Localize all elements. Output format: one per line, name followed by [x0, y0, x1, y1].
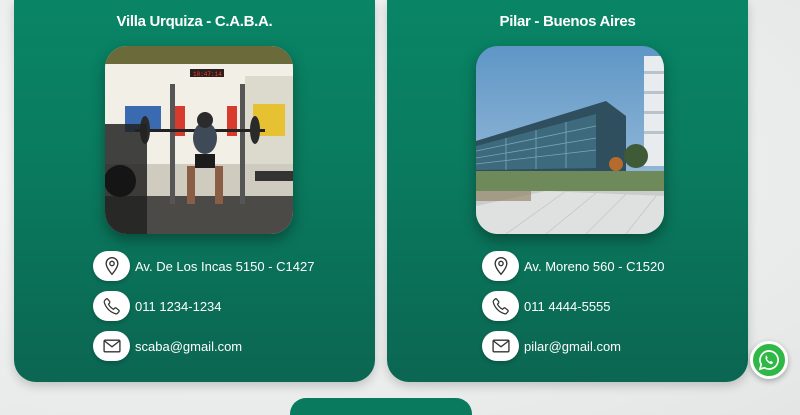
address-row: Av. De Los Incas 5150 - C1427 [93, 251, 314, 281]
location-title: Villa Urquiza - C.A.B.A. [116, 13, 273, 30]
email-row[interactable]: scaba@gmail.com [93, 331, 242, 361]
location-card-villa-urquiza: Villa Urquiza - C.A.B.A. 10:47:14 Av. De… [14, 0, 375, 382]
whatsapp-button[interactable] [750, 341, 788, 379]
bottom-button[interactable] [290, 398, 472, 415]
envelope-icon[interactable] [482, 331, 519, 361]
phone-row[interactable]: 011 4444-5555 [482, 291, 611, 321]
address-text: Av. De Los Incas 5150 - C1427 [135, 258, 315, 274]
phone-icon[interactable] [93, 291, 130, 321]
whatsapp-icon [758, 350, 779, 371]
map-pin-icon [93, 251, 130, 281]
phone-icon[interactable] [482, 291, 519, 321]
building-photo [476, 46, 664, 234]
phone-text[interactable]: 011 1234-1234 [135, 299, 222, 314]
email-row[interactable]: pilar@gmail.com [482, 331, 621, 361]
phone-text[interactable]: 011 4444-5555 [524, 299, 611, 314]
envelope-icon[interactable] [93, 331, 130, 361]
address-row: Av. Moreno 560 - C1520 [482, 251, 664, 281]
map-pin-icon [482, 251, 519, 281]
email-text[interactable]: scaba@gmail.com [135, 339, 242, 354]
svg-text:10:47:14: 10:47:14 [193, 71, 222, 78]
location-card-pilar: Pilar - Buenos Aires Av. Moreno 560 - C1… [387, 0, 748, 382]
location-title: Pilar - Buenos Aires [499, 13, 636, 30]
phone-row[interactable]: 011 1234-1234 [93, 291, 222, 321]
email-text[interactable]: pilar@gmail.com [524, 339, 621, 354]
address-text: Av. Moreno 560 - C1520 [524, 258, 665, 274]
gym-photo: 10:47:14 [105, 46, 293, 234]
